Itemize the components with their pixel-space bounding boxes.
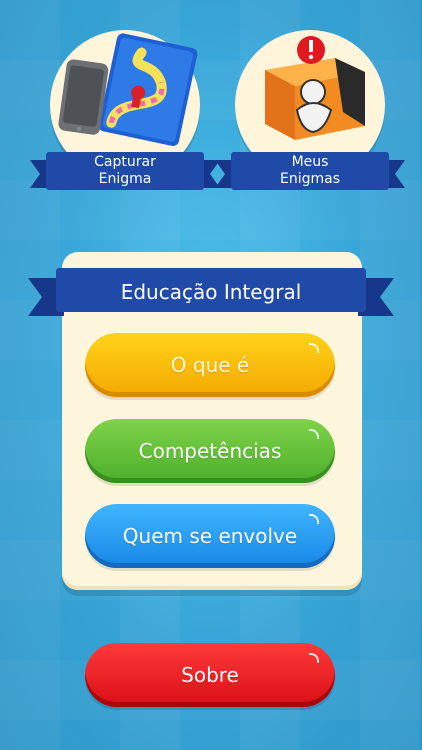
my-puzzles-ribbon: Meus Enigmas <box>215 148 405 194</box>
my-puzzles-tile[interactable]: Meus Enigmas <box>215 0 405 200</box>
capture-puzzle-tile[interactable]: Capturar Enigma <box>30 0 220 200</box>
competencies-button[interactable]: Competências <box>85 419 335 483</box>
panel-title: Educação Integral <box>120 280 302 304</box>
panel-title-ribbon: Educação Integral <box>28 266 394 318</box>
puzzle-cube-icon <box>265 36 365 140</box>
what-is-button[interactable]: O que é <box>85 333 335 397</box>
phone-board-game-icon <box>58 33 198 146</box>
about-button[interactable]: Sobre <box>85 643 335 707</box>
capture-label: Capturar Enigma <box>94 154 156 187</box>
my-puzzles-label: Meus Enigmas <box>279 154 340 187</box>
capture-ribbon: Capturar Enigma <box>30 148 220 194</box>
who-is-involved-button[interactable]: Quem se envolve <box>85 504 335 568</box>
